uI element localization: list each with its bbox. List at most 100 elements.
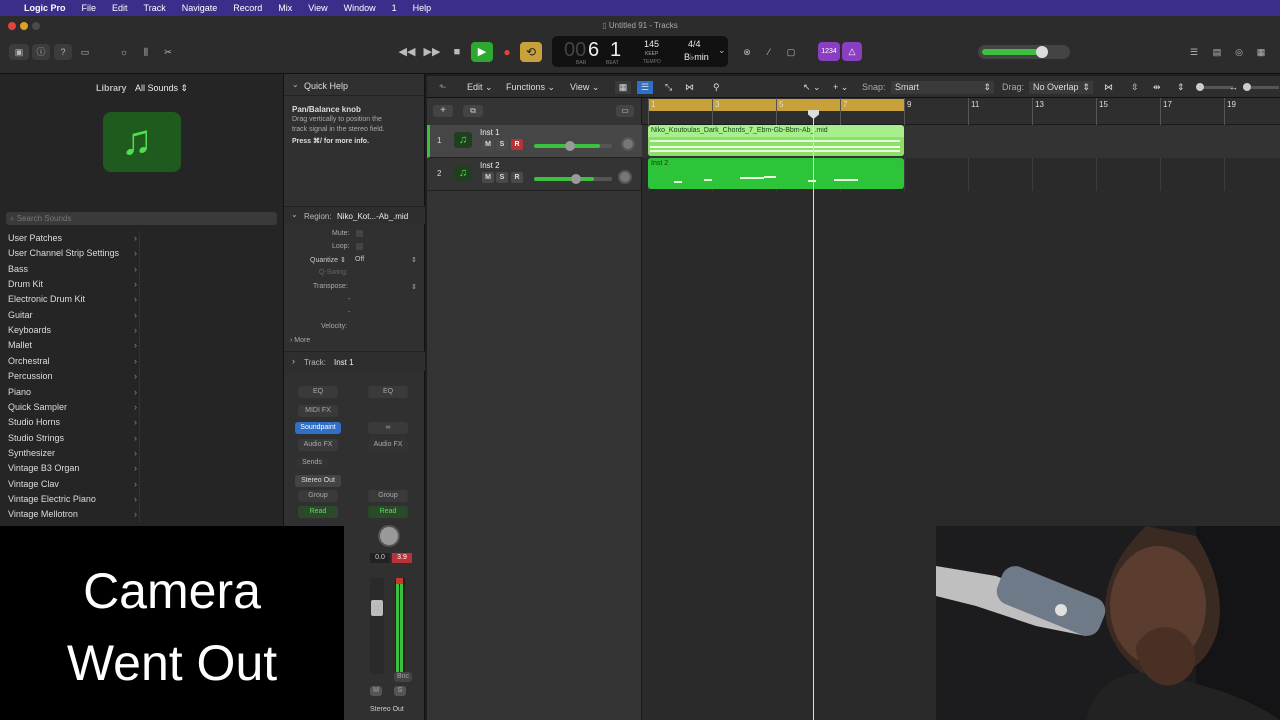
library-item[interactable]: User Channel Strip Settings › (8, 246, 140, 262)
transpose-stepper-icon[interactable]: ⇕ (411, 283, 417, 291)
library-item[interactable]: Orchestral › (8, 353, 140, 369)
solo-mode-button[interactable]: ▢ (782, 44, 800, 60)
menu-file[interactable]: File (82, 3, 97, 13)
library-search-input[interactable]: ⌕ Search Sounds (6, 212, 277, 225)
strip2-audio-fx-slot[interactable]: Audio FX (368, 439, 408, 451)
mute-checkbox[interactable] (356, 230, 363, 237)
notepad-button[interactable]: ▤ (1208, 44, 1226, 60)
menu-1[interactable]: 1 (392, 3, 397, 13)
quick-help-header[interactable]: ⌄ Quick Help (284, 74, 425, 96)
pan-knob[interactable] (618, 170, 632, 184)
lcd-display[interactable]: 00 6 1 BAR BEAT 145 KEEP TEMPO 4/4 B♭min… (552, 36, 728, 67)
library-item[interactable]: Mallet › (8, 338, 140, 354)
strip1-sends-slot[interactable]: Sends (296, 457, 328, 469)
playhead[interactable] (808, 110, 819, 720)
menu-help[interactable]: Help (413, 3, 432, 13)
back-arrow-icon[interactable]: ⬑ (439, 81, 447, 94)
inspector-toggle-button[interactable]: ⓘ (32, 44, 50, 60)
record-button[interactable]: ● (498, 44, 516, 60)
library-item[interactable]: Percussion › (8, 369, 140, 385)
library-item[interactable]: Guitar › (8, 307, 140, 323)
grid-view-button[interactable]: ▦ (615, 81, 631, 94)
library-item[interactable]: Keyboards › (8, 323, 140, 339)
toolbar-toggle-button[interactable]: ▭ (76, 44, 94, 60)
edit-menu[interactable]: Edit ⌄ (467, 81, 493, 94)
more-disclosure[interactable]: › More (290, 337, 310, 344)
record-enable-button[interactable]: R (511, 139, 523, 150)
master-volume-handle[interactable] (1036, 46, 1048, 58)
volume-handle[interactable] (565, 141, 575, 151)
count-in-button[interactable]: 1234 (818, 42, 840, 61)
library-item[interactable]: Piano › (8, 384, 140, 400)
library-toggle-button[interactable]: ▣ (9, 44, 29, 60)
duplicate-track-button[interactable]: ⧉ (463, 105, 483, 117)
strip2-automation-read[interactable]: Read (368, 506, 408, 518)
master-volume-slider[interactable] (978, 45, 1070, 59)
horizontal-zoom-handle[interactable] (1243, 83, 1251, 91)
library-item[interactable]: Drum Kit › (8, 277, 140, 293)
zoom-window-button[interactable] (32, 22, 40, 30)
strip1-eq-button[interactable]: EQ (298, 386, 338, 398)
menu-edit[interactable]: Edit (112, 3, 128, 13)
vertical-zoom-slider[interactable] (1196, 83, 1233, 91)
secondary-tool-menu[interactable]: + ⌄ (833, 81, 848, 94)
waveform-zoom-button[interactable]: ⋈ (1104, 81, 1113, 94)
track-row-2[interactable]: 2 ♫ Inst 2 M S R (427, 158, 642, 191)
library-item[interactable]: Bass › (8, 261, 140, 277)
solo-button[interactable]: S (496, 139, 508, 150)
catch-button[interactable]: ⋈ (685, 81, 694, 94)
strip1-audio-fx-slot[interactable]: Audio FX (298, 439, 338, 451)
library-item[interactable]: Vintage Electric Piano › (8, 491, 140, 507)
library-item[interactable]: Synthesizer › (8, 445, 140, 461)
pointer-tool-menu[interactable]: ↖ ⌄ (803, 81, 821, 94)
strip2-mute-button[interactable]: M (370, 686, 382, 696)
quick-help-toggle-button[interactable]: ? (54, 44, 72, 60)
menu-view[interactable]: View (308, 3, 327, 13)
lcd-key[interactable]: B♭min (684, 52, 709, 63)
metronome-button[interactable]: △ (842, 42, 862, 61)
global-tracks-button[interactable]: ▭ (616, 105, 634, 117)
track-icon[interactable]: ♫ (454, 165, 472, 181)
play-button[interactable]: ▶ (471, 42, 493, 62)
horizontal-zoom-button[interactable]: ⇹ (1153, 81, 1161, 94)
strip2-solo-button[interactable]: S (394, 686, 406, 696)
menu-record[interactable]: Record (233, 3, 262, 13)
browsers-button[interactable]: ▦ (1252, 44, 1270, 60)
library-item[interactable]: Studio Horns › (8, 415, 140, 431)
smart-controls-button[interactable]: ☼ (115, 44, 133, 60)
record-enable-button[interactable]: R (511, 172, 523, 183)
minimize-window-button[interactable] (20, 22, 28, 30)
quantize-label[interactable]: Quantize ⇕ (310, 256, 346, 264)
loop-checkbox[interactable] (356, 243, 363, 250)
cycle-button[interactable]: ⟲ (520, 42, 542, 62)
library-item[interactable]: Studio Strings › (8, 430, 140, 446)
replace-button[interactable]: ⊗ (738, 44, 756, 60)
loop-browser-button[interactable]: ◎ (1230, 44, 1248, 60)
add-track-button[interactable]: + (433, 105, 453, 117)
strip1-automation-read[interactable]: Read (298, 506, 338, 518)
solo-button[interactable]: S (496, 172, 508, 183)
strip2-pan-knob[interactable] (378, 525, 400, 547)
midi-region-2[interactable]: Inst 2 (648, 158, 904, 189)
vertical-zoom-handle[interactable] (1196, 83, 1204, 91)
stop-button[interactable]: ■ (448, 44, 466, 60)
close-window-button[interactable] (8, 22, 16, 30)
snap-select[interactable]: Smart ⇕ (891, 81, 994, 94)
strip2-eq-button[interactable]: EQ (368, 386, 408, 398)
volume-slider[interactable] (534, 141, 612, 151)
strip1-midi-fx-slot[interactable]: MIDI FX (298, 405, 338, 417)
quantize-value[interactable]: Off (355, 256, 364, 263)
menu-navigate[interactable]: Navigate (182, 3, 218, 13)
strip2-link-button[interactable]: ∞ (368, 422, 408, 434)
volume-slider[interactable] (534, 174, 612, 184)
region-inspector-header[interactable]: ⌄ Region: Niko_Kot...-Ab_.mid (284, 206, 425, 224)
library-item[interactable]: User Patches › (8, 231, 140, 246)
library-item[interactable]: Vintage Clav › (8, 476, 140, 492)
flex-button[interactable]: ⤡ (665, 81, 672, 94)
library-item[interactable]: Vintage B3 Organ › (8, 461, 140, 477)
strip1-output-slot[interactable]: Stereo Out (295, 475, 341, 487)
library-item[interactable]: Quick Sampler › (8, 399, 140, 415)
menu-app[interactable]: Logic Pro (24, 3, 66, 13)
track-name[interactable]: Inst 1 (480, 128, 500, 137)
list-view-button[interactable]: ☰ (637, 81, 653, 94)
